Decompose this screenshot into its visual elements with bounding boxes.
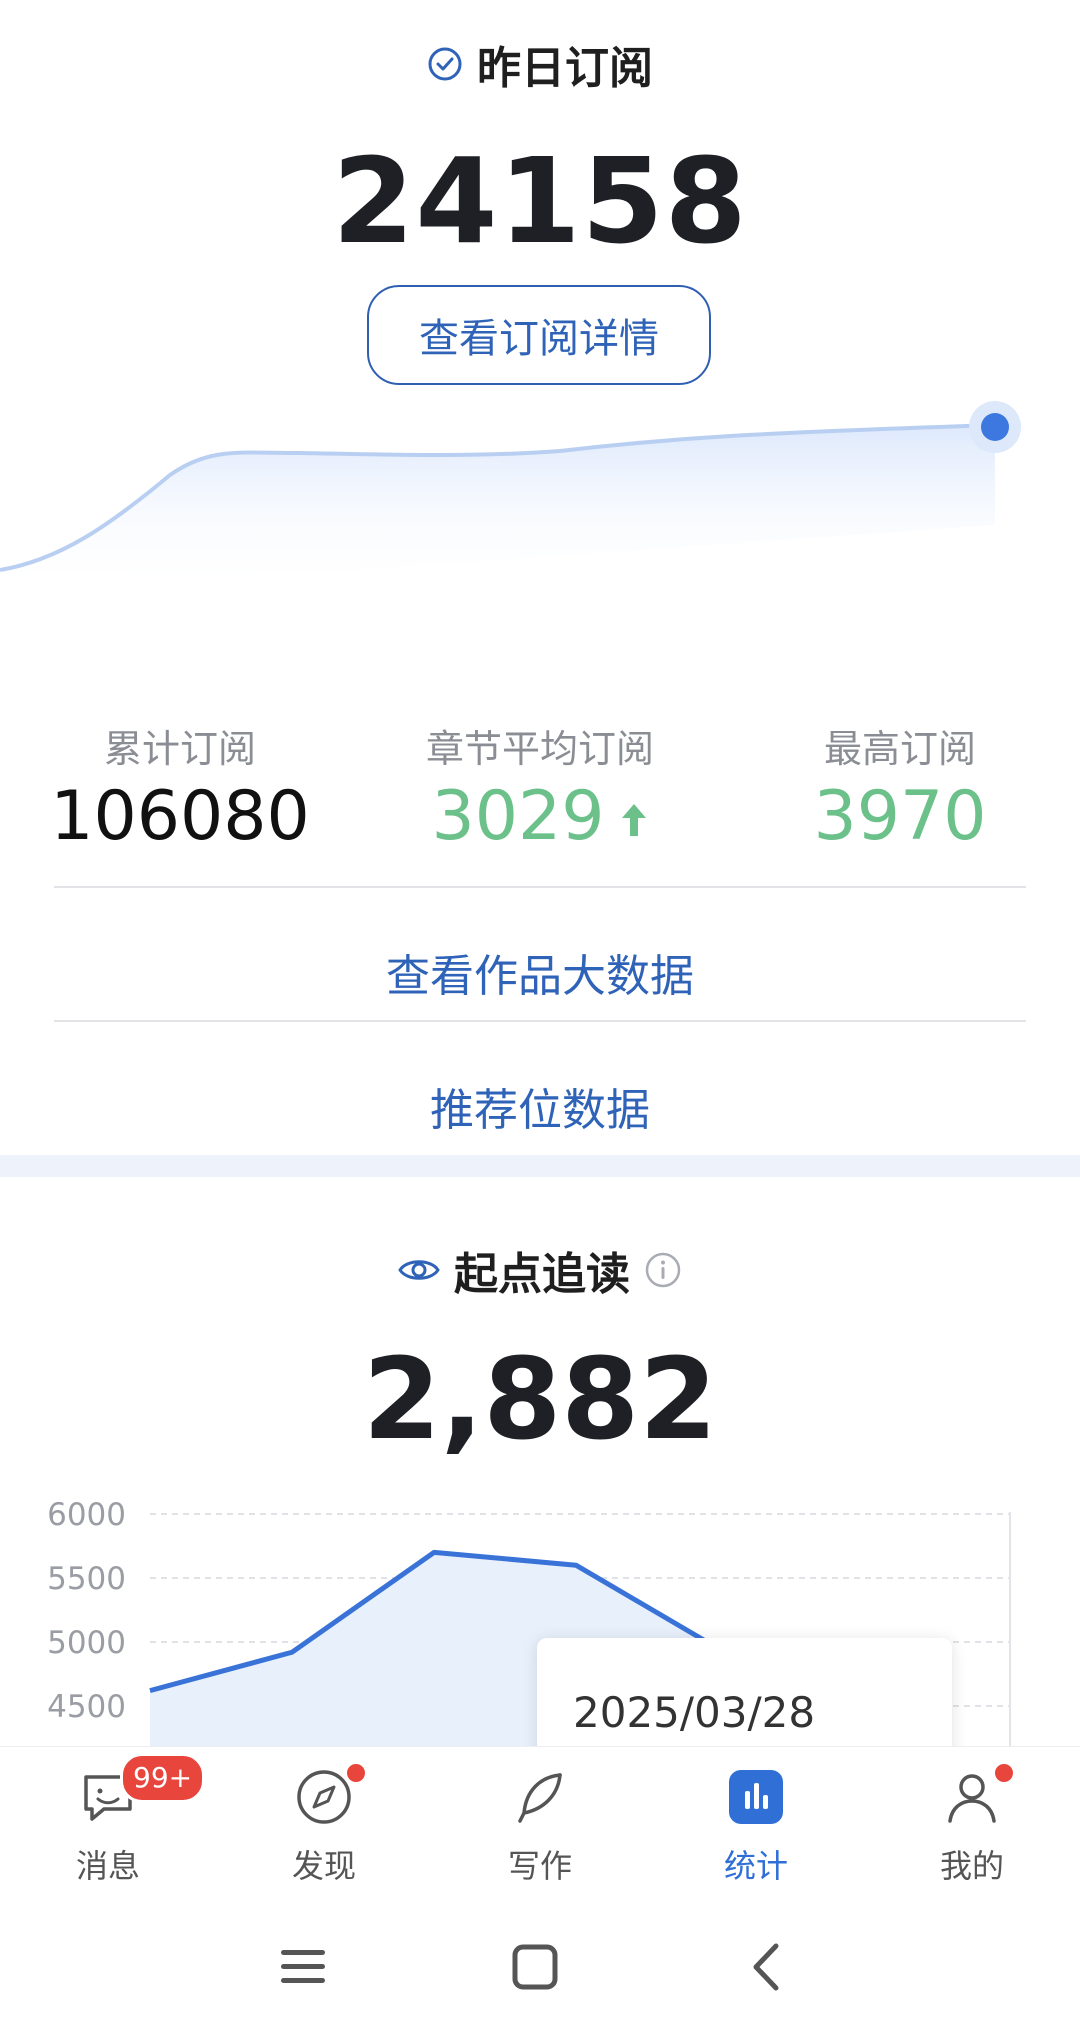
tooltip-date: 2025/03/28 (573, 1688, 816, 1737)
message-badge: 99+ (120, 1753, 206, 1803)
nav-label-write: 写作 (507, 1847, 572, 1885)
stat-avg-value: 3029 (431, 777, 605, 856)
stat-avg-label: 章节平均订阅 (425, 727, 654, 771)
view-subscription-details-button[interactable]: 查看订阅详情 (367, 285, 711, 385)
nav-label-messages: 消息 (75, 1847, 140, 1885)
back-chevron-icon[interactable] (732, 1932, 802, 2002)
bottom-nav: 99+ 消息 发现 写作 统计 我的 (0, 1746, 1080, 1897)
nav-item-discover[interactable]: 发现 (216, 1747, 432, 1897)
system-nav-bar (0, 1896, 1080, 2026)
follow-read-title-row: 起点追读 (0, 1240, 1080, 1300)
chart-y-tick-label: 5500 (47, 1561, 126, 1597)
nav-item-stats[interactable]: 统计 (648, 1747, 864, 1897)
nav-item-messages[interactable]: 99+ 消息 (0, 1747, 216, 1897)
nav-item-profile[interactable]: 我的 (864, 1747, 1080, 1897)
home-square-icon[interactable] (500, 1932, 570, 2002)
trend-endpoint (981, 413, 1009, 441)
stat-max-subscriptions: 最高订阅 3970 (730, 718, 1070, 856)
discover-dot-badge (344, 1761, 368, 1785)
stat-total-label: 累计订阅 (103, 727, 256, 771)
stat-max-value: 3970 (813, 777, 987, 856)
nav-label-profile: 我的 (939, 1847, 1004, 1885)
stat-max-label: 最高订阅 (823, 727, 976, 771)
subscription-trend-sparkline (0, 401, 1021, 595)
subscription-value: 24158 (332, 132, 748, 270)
feather-icon (518, 1773, 562, 1823)
nav-label-discover: 发现 (291, 1847, 356, 1885)
chart-y-tick-label: 5000 (47, 1625, 126, 1661)
stat-total-subscriptions: 累计订阅 106080 (10, 718, 350, 856)
info-icon[interactable] (644, 1251, 682, 1289)
follow-read-title: 起点追读 (454, 1249, 630, 1300)
stat-average-chapter: 章节平均订阅 3029 (370, 718, 710, 856)
arrow-up-icon (621, 804, 646, 837)
subscription-title: 昨日订阅 (477, 43, 653, 94)
subscription-title-row: 昨日订阅 (0, 34, 1080, 94)
divider (54, 886, 1026, 888)
stats-icon (729, 1770, 783, 1824)
check-circle-icon (428, 47, 462, 81)
recommend-data-link[interactable]: 推荐位数据 (0, 1074, 1080, 1138)
section-separator (0, 1155, 1080, 1177)
menu-icon[interactable] (268, 1932, 338, 2002)
trend-area (0, 425, 995, 595)
stat-total-value: 106080 (50, 777, 310, 856)
divider (54, 1020, 1026, 1022)
nav-label-stats: 统计 (723, 1847, 788, 1885)
chart-y-tick-label: 4500 (47, 1689, 126, 1725)
eye-icon (398, 1260, 440, 1280)
nav-item-write[interactable]: 写作 (432, 1747, 648, 1897)
view-work-data-link[interactable]: 查看作品大数据 (0, 940, 1080, 1004)
chart-y-tick-label: 6000 (47, 1497, 126, 1533)
profile-dot-badge (992, 1761, 1016, 1785)
follow-read-value: 2,882 (362, 1335, 718, 1465)
